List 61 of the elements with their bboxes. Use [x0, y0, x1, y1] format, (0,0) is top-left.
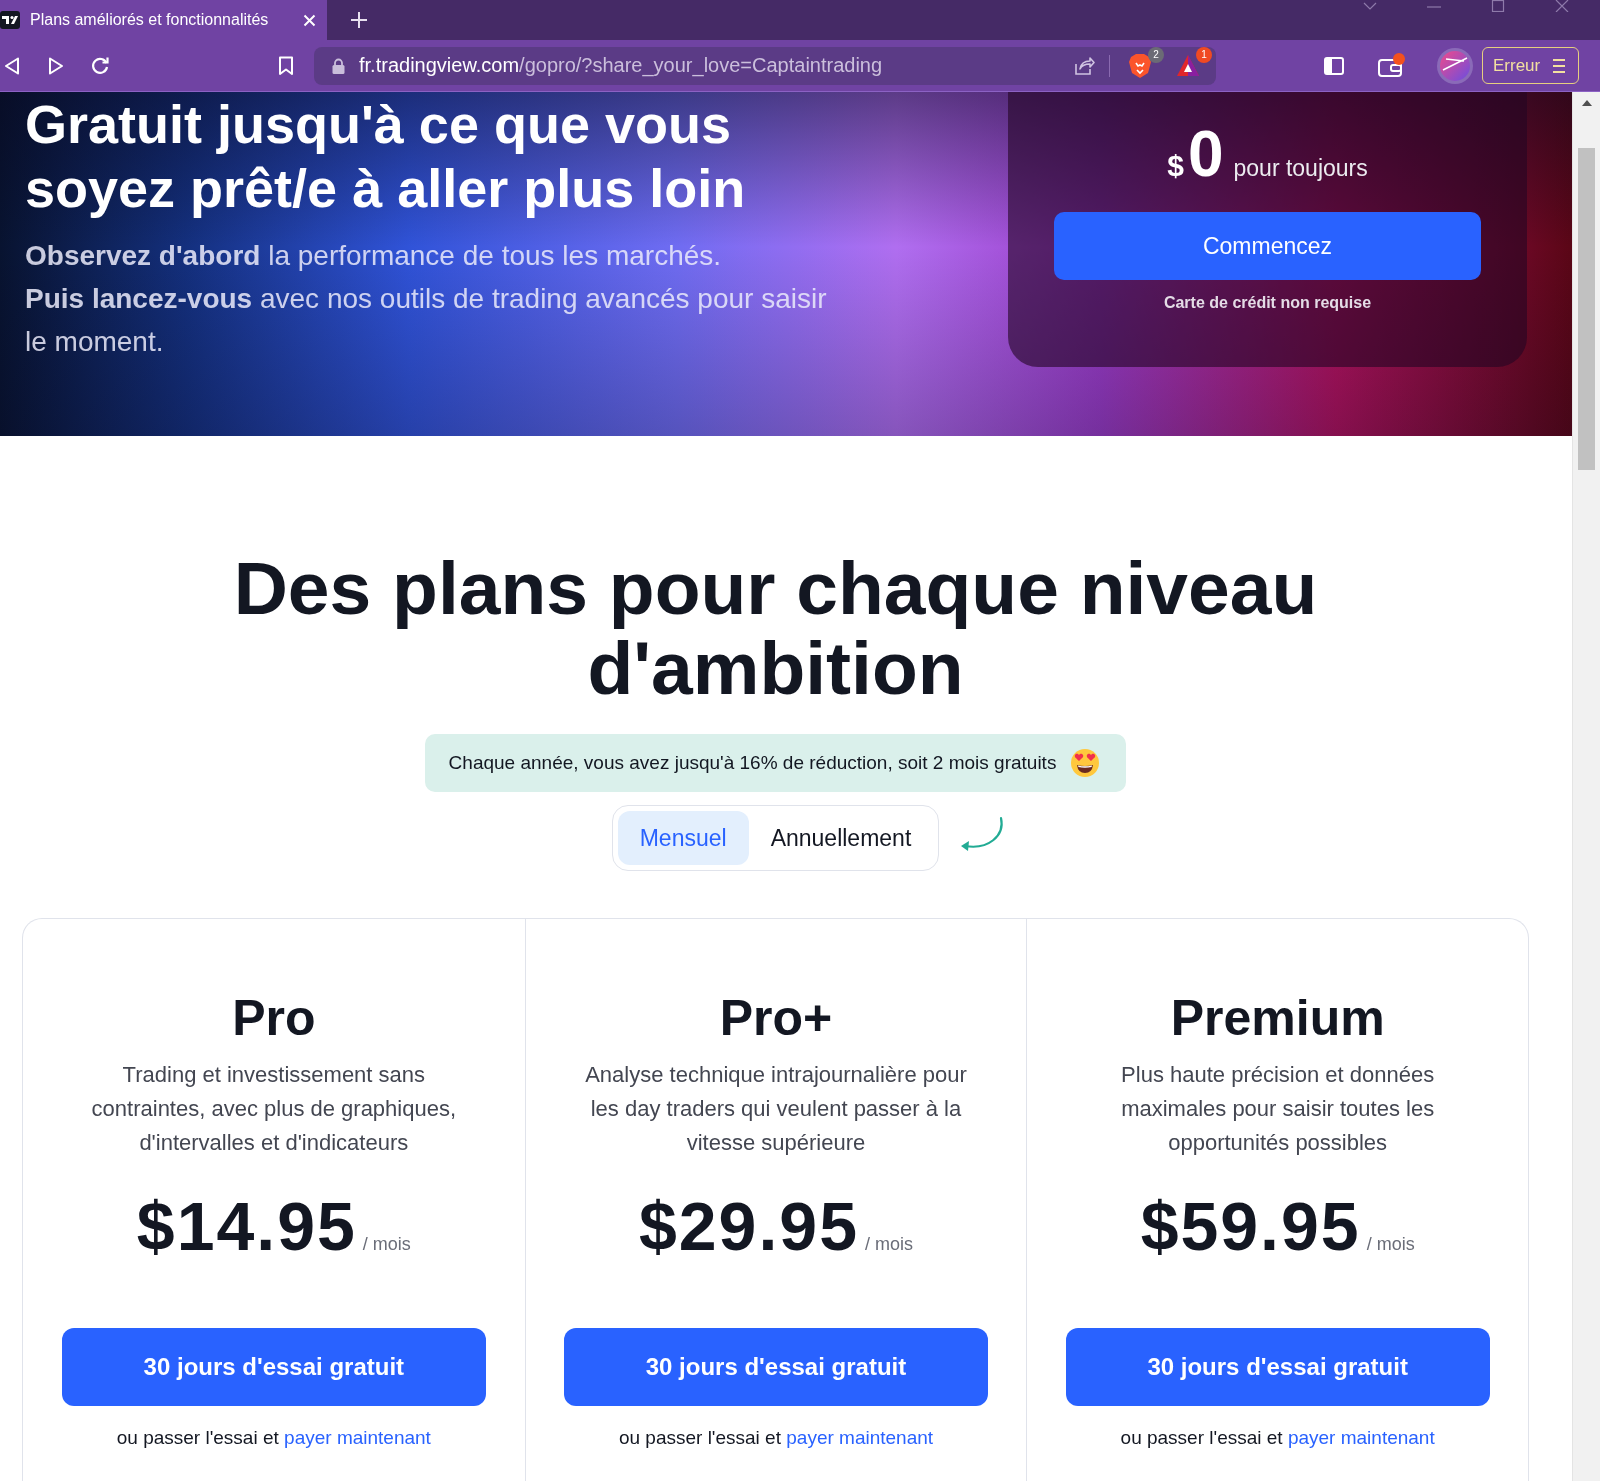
plan-description: Plus haute précision et données maximales pour saisir toutes les opportunités possibles — [1120, 1061, 1436, 1157]
count-badge: 2 — [1148, 46, 1164, 63]
forward-icon[interactable] — [48, 56, 64, 75]
pay-now-link[interactable]: payer maintenant — [786, 1427, 934, 1448]
no-credit-card-note: Carte de crédit non requise — [1163, 294, 1372, 312]
browser-tab[interactable]: Plans améliorés et fonctionnalités — [0, 0, 327, 40]
start-button[interactable]: Commencez — [1054, 212, 1481, 280]
price-period: / mois — [864, 1234, 913, 1255]
count-badge: 1 — [1196, 46, 1212, 63]
plan-price: $29.95 — [639, 1187, 859, 1266]
menu-icon — [1552, 57, 1566, 74]
billing-option[interactable]: Mensuel — [617, 811, 749, 865]
free-trial-button[interactable]: 30 jours d'essai gratuit — [61, 1328, 486, 1406]
profile-error-button[interactable]: Erreur — [1482, 47, 1579, 84]
billing-option[interactable]: Annuellement — [748, 811, 934, 865]
scroll-up-arrow-icon[interactable] — [1581, 100, 1592, 106]
plans-heading: Des plans pour chaque niveau d'ambition — [232, 548, 1319, 708]
pay-now-link[interactable]: payer maintenant — [284, 1427, 431, 1448]
hero-intro-text: Puis lancez-vous avec nos outils de trading avancés pour saisir le moment. — [25, 282, 828, 359]
plan-description: Analyse technique intrajournalière pour les day traders qui veulent passer à la vitesse supérieure — [584, 1061, 968, 1157]
plan-name: Pro+ — [719, 989, 833, 1048]
skip-trial-text: ou passer l'essai et payer maintenant — [1120, 1426, 1435, 1450]
tab-favicon-icon — [0, 10, 20, 30]
scrollbar-thumb[interactable] — [1578, 148, 1595, 470]
share-icon[interactable] — [1073, 55, 1095, 76]
plan-name: Pro — [232, 989, 316, 1048]
price-period: / mois — [1366, 1234, 1415, 1255]
lock-icon — [332, 57, 345, 74]
currency-symbol: $ — [1167, 149, 1184, 183]
free-price: 0 — [1187, 118, 1224, 190]
back-icon[interactable] — [4, 56, 20, 75]
hero-title: Gratuit jusqu'à ce que vous soyez prêt/e à aller plus loin — [25, 93, 747, 220]
skip-trial-text: ou passer l'essai et payer maintenant — [116, 1426, 431, 1450]
plan-name: Premium — [1170, 989, 1385, 1048]
plan-price: $59.95 — [1140, 1187, 1361, 1266]
address-bar[interactable]: fr.tradingview.com/gopro/?share_your_love=Captaintrading 2 1 — [314, 46, 1216, 85]
url-text: fr.tradingview.com/gopro/?share_your_love=Captaintrading — [359, 54, 883, 77]
close-window-icon[interactable] — [1554, 0, 1570, 12]
pay-now-link[interactable]: payer maintenant — [1287, 1427, 1435, 1448]
discount-text: Chaque année, vous avez jusqu'à 16% de réduction, soit 2 mois gratuits — [448, 752, 1057, 774]
skip-trial-text: ou passer l'essai et payer maintenant — [618, 1426, 934, 1450]
profile-avatar-icon[interactable] — [1437, 47, 1473, 84]
wallet-icon[interactable] — [1378, 52, 1406, 79]
sidebar-icon[interactable] — [1324, 56, 1344, 75]
bookmark-icon[interactable] — [278, 55, 294, 76]
chevron-down-icon[interactable] — [1362, 0, 1378, 12]
new-tab-plus-icon[interactable] — [351, 12, 367, 28]
scrollbar[interactable] — [1572, 92, 1600, 1481]
price-period: pour toujours — [1233, 155, 1368, 182]
plan-description: Trading et investissement sans contraintes, avec plus de graphiques, d'intervalles et d'indicateurs — [90, 1061, 458, 1157]
shield-icon[interactable] — [1128, 52, 1152, 79]
free-trial-button[interactable]: 30 jours d'essai gratuit — [1065, 1328, 1490, 1406]
tab-title: Plans améliorés et fonctionnalités — [30, 11, 270, 29]
hero-intro-text: Observez d'abord la performance de tous les marchés. — [25, 239, 723, 273]
heart-eyes-emoji-icon — [1070, 748, 1101, 778]
close-icon[interactable] — [303, 13, 316, 27]
free-trial-button[interactable]: 30 jours d'essai gratuit — [564, 1328, 988, 1406]
plan-price: $14.95 — [136, 1187, 357, 1266]
price-period: / mois — [362, 1234, 411, 1255]
maximize-icon[interactable] — [1490, 0, 1506, 12]
reload-icon[interactable] — [90, 55, 110, 76]
